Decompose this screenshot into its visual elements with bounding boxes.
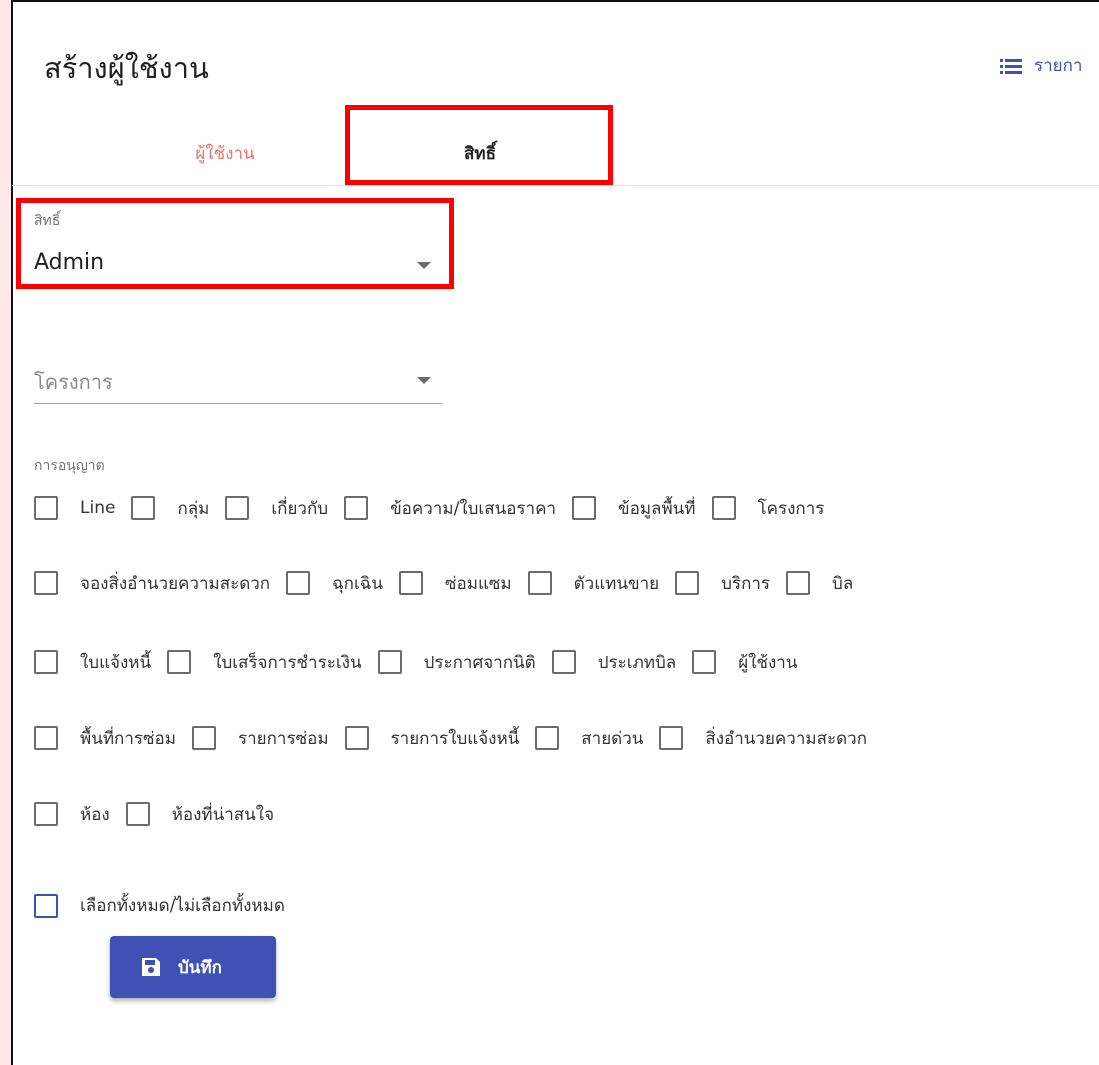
checkbox[interactable]	[675, 571, 700, 595]
checkbox[interactable]	[659, 726, 684, 750]
permission-invoice[interactable]: ใบแจ้งหนี้	[34, 649, 151, 676]
checkbox[interactable]	[34, 726, 58, 750]
permission-label: ประเภทบิล	[597, 652, 677, 673]
select-all-label: เลือกทั้งหมด/ไม่เลือกทั้งหมด	[80, 896, 285, 916]
permission-sales-agent[interactable]: ตัวแทนขาย	[527, 570, 660, 597]
permission-label: บิล	[832, 573, 854, 594]
permission-invoice-list[interactable]: รายการใบแจ้งหนี้	[344, 725, 520, 752]
save-button-label: บันทึก	[178, 957, 222, 978]
checkbox[interactable]	[34, 802, 58, 826]
left-sidebar-edge	[0, 0, 13, 1065]
checkbox[interactable]	[191, 726, 216, 750]
checkbox[interactable]	[34, 496, 58, 520]
permission-label: ข้อความ/ใบเสนอราคา	[390, 498, 556, 519]
permission-announcement[interactable]: ประกาศจากนิติ	[377, 649, 536, 676]
highlight-box-tab	[345, 105, 613, 185]
permission-bill-type[interactable]: ประเภทบิล	[551, 649, 677, 676]
permission-label: บริการ	[721, 573, 771, 594]
permission-group[interactable]: กลุ่ม	[131, 495, 209, 522]
checkbox[interactable]	[286, 571, 311, 595]
permission-payment-receipt[interactable]: ใบเสร็จการชำระเงิน	[167, 649, 362, 676]
select-all-checkbox[interactable]	[34, 893, 58, 918]
checkbox[interactable]	[167, 650, 192, 674]
permission-label: ห้องที่น่าสนใจ	[171, 804, 275, 825]
permissions-label: การอนุญาต	[34, 458, 105, 474]
checkbox[interactable]	[572, 496, 596, 520]
checkbox[interactable]	[692, 650, 717, 674]
highlight-box-role	[16, 198, 454, 289]
permission-label: ห้อง	[80, 804, 110, 825]
list-link-label: รายกา	[1034, 56, 1083, 76]
permissions-row-5: ห้อง ห้องที่น่าสนใจ	[34, 799, 290, 829]
permission-label: Line	[80, 498, 116, 518]
permission-line[interactable]: Line	[34, 496, 115, 520]
permission-hotline[interactable]: สายด่วน	[535, 725, 643, 752]
permission-label: สิ่งอำนวยความสะดวก	[705, 728, 867, 749]
permission-label: พื้นที่การซ่อม	[80, 728, 176, 749]
checkbox[interactable]	[131, 496, 156, 520]
checkbox[interactable]	[398, 571, 423, 595]
permission-label: ฉุกเฉิน	[332, 573, 383, 594]
save-icon	[142, 958, 160, 976]
permission-repair-area[interactable]: พื้นที่การซ่อม	[34, 725, 176, 752]
permissions-row-1: Line กลุ่ม เกี่ยวกับ ข้อความ/ใบเสนอราคา …	[34, 493, 840, 523]
checkbox[interactable]	[344, 726, 369, 750]
permission-label: ซ่อมแซม	[444, 573, 512, 594]
permission-area-data[interactable]: ข้อมูลพื้นที่	[572, 495, 696, 522]
permissions-row-2: จองสิ่งอำนวยความสะดวก ฉุกเฉิน ซ่อมแซม ตั…	[34, 568, 869, 598]
tab-divider	[12, 185, 1099, 186]
permission-label: กลุ่ม	[177, 498, 210, 519]
select-all-toggle[interactable]: เลือกทั้งหมด/ไม่เลือกทั้งหมด	[34, 892, 285, 919]
top-border	[0, 0, 1099, 2]
permission-label: ข้อมูลพื้นที่	[618, 498, 696, 519]
checkbox[interactable]	[711, 496, 736, 520]
permission-repair-list[interactable]: รายการซ่อม	[191, 725, 329, 752]
permissions-row-4: พื้นที่การซ่อม รายการซ่อม รายการใบแจ้งหน…	[34, 723, 883, 753]
checkbox[interactable]	[377, 650, 402, 674]
permission-label: รายการซ่อม	[237, 728, 329, 749]
list-icon	[1000, 58, 1022, 74]
permission-bill[interactable]: บิล	[786, 570, 853, 597]
permission-label: ใบแจ้งหนี้	[80, 652, 152, 673]
permission-label: เกี่ยวกับ	[271, 498, 329, 519]
checkbox[interactable]	[551, 650, 576, 674]
permission-label: ประกาศจากนิติ	[423, 652, 536, 673]
checkbox[interactable]	[786, 571, 811, 595]
list-link[interactable]: รายกา	[1000, 52, 1082, 79]
save-button[interactable]: บันทึก	[110, 936, 276, 998]
checkbox[interactable]	[34, 650, 58, 674]
permission-label: โครงการ	[757, 498, 825, 519]
tab-users[interactable]: ผู้ใช้งาน	[150, 140, 300, 167]
permission-label: ผู้ใช้งาน	[738, 652, 798, 673]
permission-facilities[interactable]: สิ่งอำนวยความสะดวก	[659, 725, 867, 752]
permission-messages-quotes[interactable]: ข้อความ/ใบเสนอราคา	[344, 495, 556, 522]
permission-label: สายด่วน	[581, 728, 644, 749]
permission-featured-room[interactable]: ห้องที่น่าสนใจ	[125, 801, 275, 828]
checkbox[interactable]	[34, 571, 58, 595]
permission-room[interactable]: ห้อง	[34, 801, 110, 828]
checkbox[interactable]	[535, 726, 560, 750]
permission-about[interactable]: เกี่ยวกับ	[225, 495, 328, 522]
dropdown-arrow-icon[interactable]	[417, 377, 431, 384]
permission-project[interactable]: โครงการ	[711, 495, 825, 522]
permission-label: รายการใบแจ้งหนี้	[390, 728, 520, 749]
permission-facility-booking[interactable]: จองสิ่งอำนวยความสะดวก	[34, 570, 270, 597]
checkbox[interactable]	[527, 571, 552, 595]
permission-service[interactable]: บริการ	[675, 570, 770, 597]
checkbox[interactable]	[125, 802, 150, 826]
permission-label: ใบเสร็จการชำระเงิน	[213, 652, 362, 673]
project-placeholder: โครงการ	[34, 370, 113, 394]
permission-label: จองสิ่งอำนวยความสะดวก	[80, 573, 271, 594]
permission-emergency[interactable]: ฉุกเฉิน	[286, 570, 383, 597]
permission-label: ตัวแทนขาย	[573, 573, 660, 594]
permission-users[interactable]: ผู้ใช้งาน	[692, 649, 797, 676]
project-select[interactable]: โครงการ	[34, 360, 442, 404]
page-title: สร้างผู้ใช้งาน	[44, 51, 209, 85]
checkbox[interactable]	[225, 496, 250, 520]
permissions-row-3: ใบแจ้งหนี้ ใบเสร็จการชำระเงิน ประกาศจากน…	[34, 647, 813, 677]
checkbox[interactable]	[344, 496, 369, 520]
permission-repair[interactable]: ซ่อมแซม	[398, 570, 512, 597]
